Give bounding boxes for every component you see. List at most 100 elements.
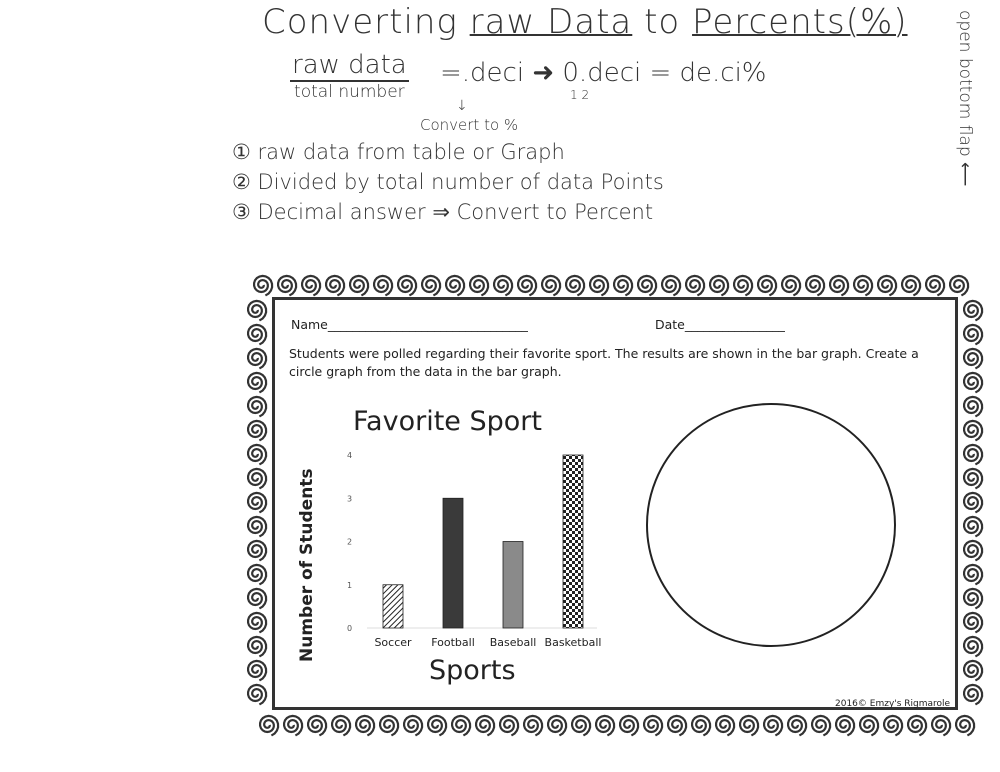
bar-football	[442, 497, 464, 629]
swirl-decoration	[565, 274, 586, 297]
swirl-decoration	[963, 419, 984, 442]
swirl-decoration	[739, 714, 760, 737]
swirl-decoration	[571, 714, 592, 737]
swirl-decoration	[835, 714, 856, 737]
bar-baseball	[502, 541, 524, 629]
swirl-decoration	[805, 274, 826, 297]
swirl-decoration	[247, 347, 268, 370]
x-tick-label: Baseball	[490, 636, 537, 649]
copyright: 2016© Emzy's Rigmarole	[835, 699, 951, 709]
swirl-decoration	[883, 714, 904, 737]
swirl-decoration	[781, 274, 802, 297]
swirl-decoration	[589, 274, 610, 297]
swirl-decoration	[907, 714, 928, 737]
swirl-decoration	[247, 467, 268, 490]
swirl-decoration	[307, 714, 328, 737]
swirl-decoration	[763, 714, 784, 737]
swirl-decoration	[963, 611, 984, 634]
swirl-decoration	[963, 635, 984, 658]
swirl-decoration	[685, 274, 706, 297]
swirl-decoration	[949, 274, 970, 297]
swirl-decoration	[901, 274, 922, 297]
swirl-decoration	[247, 539, 268, 562]
swirl-decoration	[493, 274, 514, 297]
swirl-decoration	[963, 587, 984, 610]
swirl-decoration	[373, 274, 394, 297]
swirl-decoration	[613, 274, 634, 297]
swirl-decoration	[247, 659, 268, 682]
swirl-decoration	[247, 419, 268, 442]
swirl-decoration	[247, 395, 268, 418]
swirl-decoration	[547, 714, 568, 737]
swirl-decoration	[253, 274, 274, 297]
swirl-decoration	[715, 714, 736, 737]
swirl-decoration	[691, 714, 712, 737]
swirl-decoration	[475, 714, 496, 737]
swirl-decoration	[247, 611, 268, 634]
swirl-decoration	[963, 683, 984, 706]
swirl-decoration	[963, 347, 984, 370]
swirl-decoration	[259, 714, 280, 737]
swirl-decoration	[963, 395, 984, 418]
swirl-decoration	[349, 274, 370, 297]
swirl-decoration	[595, 714, 616, 737]
swirl-decoration	[963, 659, 984, 682]
swirl-decoration	[277, 274, 298, 297]
bar-chart: 0 1 2 3 4 Soccer Football Baseball Basketball	[347, 403, 896, 649]
swirl-decoration	[963, 467, 984, 490]
bar-basketball	[562, 454, 584, 629]
swirl-decoration	[247, 635, 268, 658]
swirl-decoration	[379, 714, 400, 737]
swirl-decoration	[445, 274, 466, 297]
swirl-decoration	[877, 274, 898, 297]
swirl-decoration	[541, 274, 562, 297]
swirl-decoration	[397, 274, 418, 297]
swirl-decoration	[757, 274, 778, 297]
swirl-decoration	[811, 714, 832, 737]
swirl-decoration	[247, 587, 268, 610]
swirl-decoration	[733, 274, 754, 297]
swirl-decoration	[637, 274, 658, 297]
swirl-decoration	[963, 371, 984, 394]
swirl-decoration	[247, 299, 268, 322]
swirl-decoration	[859, 714, 880, 737]
y-tick-label: 1	[347, 581, 352, 590]
swirl-decoration	[517, 274, 538, 297]
swirl-decoration	[331, 714, 352, 737]
swirl-decoration	[325, 274, 346, 297]
swirl-decoration	[619, 714, 640, 737]
swirl-decoration	[247, 515, 268, 538]
x-tick-label: Basketball	[545, 636, 602, 649]
swirl-decoration	[301, 274, 322, 297]
swirl-decoration	[403, 714, 424, 737]
y-tick-label: 4	[347, 451, 352, 460]
swirl-decoration	[355, 714, 376, 737]
swirl-decoration	[931, 714, 952, 737]
swirl-decoration	[247, 683, 268, 706]
swirl-decoration	[709, 274, 730, 297]
swirl-decoration	[451, 714, 472, 737]
swirl-decoration	[247, 323, 268, 346]
swirl-decoration	[925, 274, 946, 297]
swirl-decoration	[523, 714, 544, 737]
swirl-decoration	[667, 714, 688, 737]
swirl-decoration	[963, 299, 984, 322]
swirl-decoration	[247, 563, 268, 586]
swirl-decoration	[963, 443, 984, 466]
swirl-decoration	[661, 274, 682, 297]
swirl-decoration	[963, 491, 984, 514]
swirl-decoration	[421, 274, 442, 297]
swirl-decoration	[963, 539, 984, 562]
swirl-decoration	[427, 714, 448, 737]
bar-soccer	[382, 584, 404, 629]
swirl-decoration	[469, 274, 490, 297]
y-tick-label: 2	[347, 538, 352, 547]
empty-circle-graph	[646, 403, 896, 647]
worksheet: Name________________________________ Dat…	[272, 297, 958, 710]
swirl-decoration	[787, 714, 808, 737]
swirl-decoration	[963, 515, 984, 538]
swirl-decoration	[853, 274, 874, 297]
swirl-decoration	[955, 714, 976, 737]
swirl-decoration	[247, 371, 268, 394]
swirl-decoration	[829, 274, 850, 297]
